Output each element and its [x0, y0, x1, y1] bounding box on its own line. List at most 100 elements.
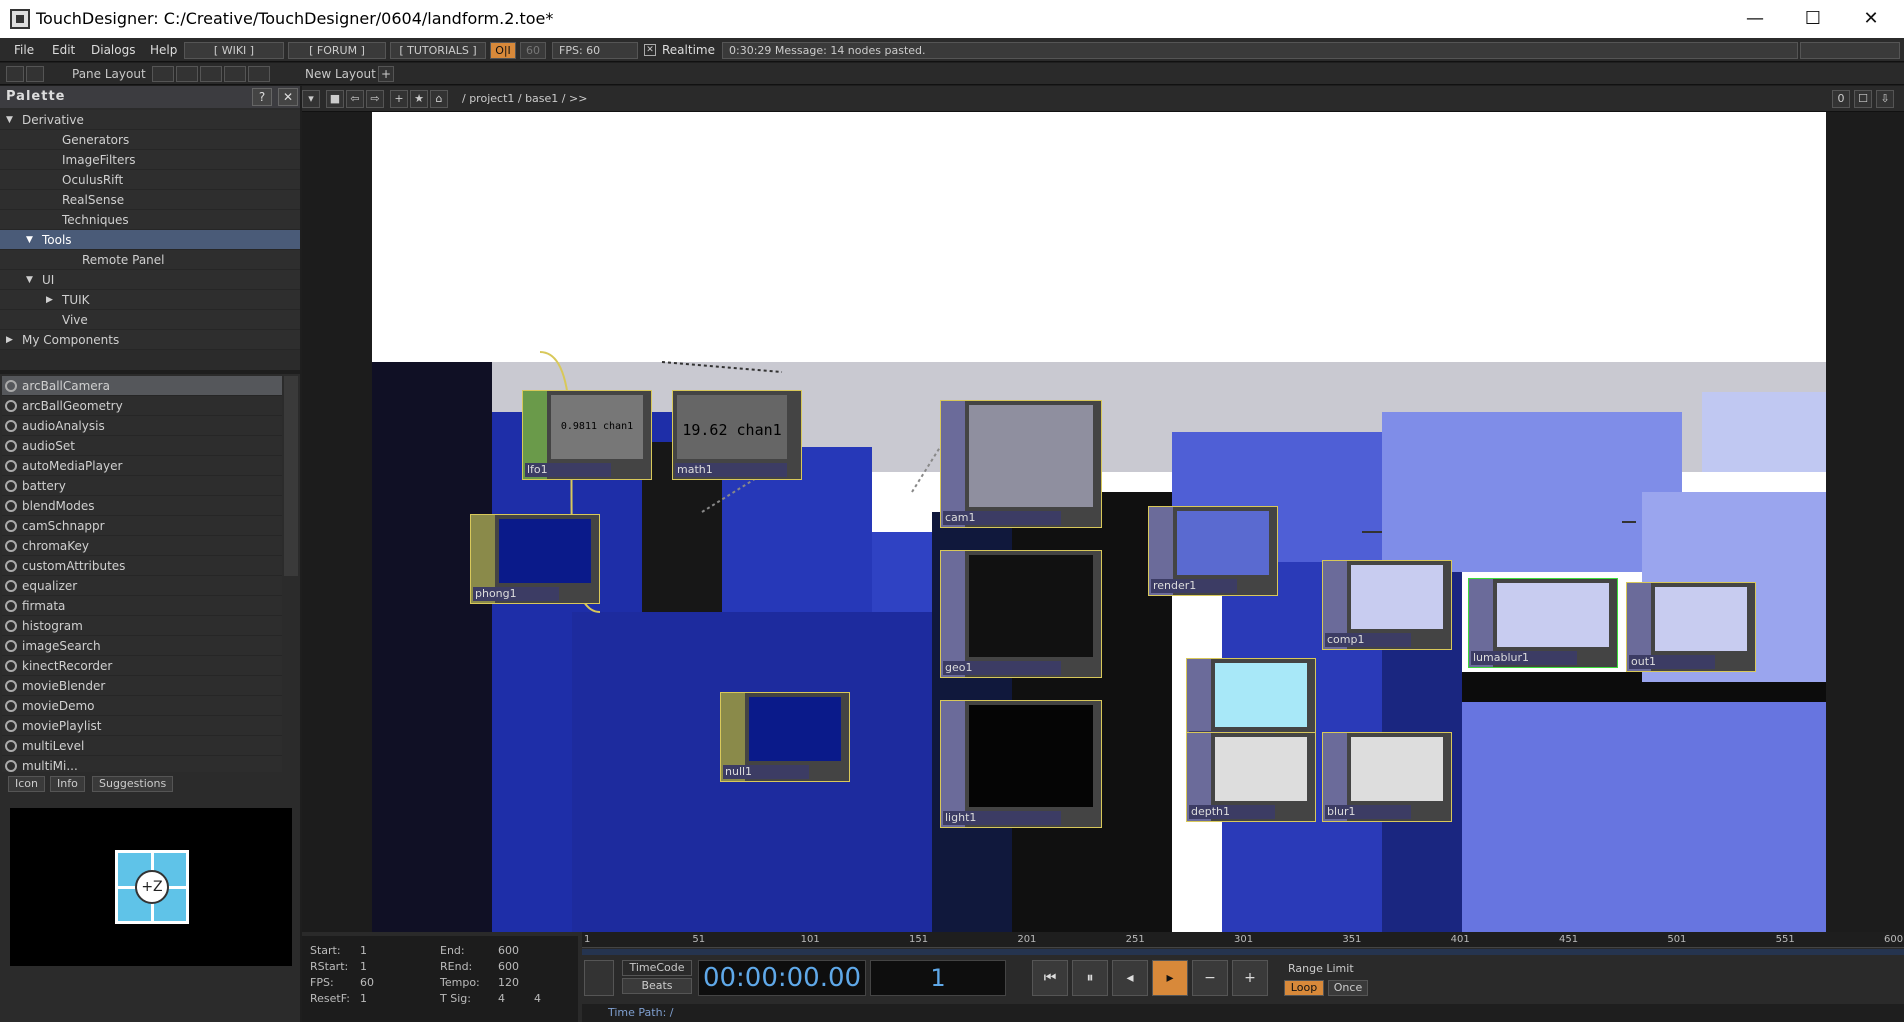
node-name[interactable]: cam1 — [943, 511, 1061, 525]
tree-arrow-icon[interactable]: ▼ — [6, 110, 13, 130]
node-viewer[interactable] — [1215, 663, 1307, 727]
component-item[interactable]: firmata — [2, 596, 282, 616]
fps-value[interactable]: 60 — [360, 976, 374, 989]
forward-icon[interactable]: ⇨ — [366, 90, 384, 108]
menu-edit[interactable]: Edit — [52, 43, 75, 57]
node-lfo1[interactable]: 0.9811 chan1 lfo1 — [522, 390, 652, 480]
palette-tree-item[interactable]: Vive — [0, 310, 300, 330]
palette-tree-item[interactable]: Techniques — [0, 210, 300, 230]
node-name[interactable]: light1 — [943, 811, 1061, 825]
component-item[interactable]: multiLevel — [2, 736, 282, 756]
node-side-panel[interactable] — [941, 551, 965, 677]
node-comp1[interactable]: comp1 — [1322, 560, 1452, 650]
palette-tree-item[interactable]: Remote Panel — [0, 250, 300, 270]
frame-display[interactable]: 1 — [870, 960, 1006, 996]
layout-split-h[interactable] — [200, 66, 222, 82]
node-viewer[interactable] — [749, 697, 841, 761]
component-item[interactable]: customAttributes — [2, 556, 282, 576]
network-menu-icon[interactable]: ▾ — [302, 90, 320, 108]
forum-button[interactable]: [ FORUM ] — [288, 42, 386, 59]
bookmark-icon[interactable]: ★ — [410, 90, 428, 108]
minimize-icon[interactable]: — — [1726, 0, 1784, 38]
node-viewer[interactable] — [499, 519, 591, 583]
layout-triple[interactable] — [224, 66, 246, 82]
tree-arrow-icon[interactable]: ▼ — [26, 230, 33, 250]
component-item[interactable]: blendModes — [2, 496, 282, 516]
tsig-a[interactable]: 4 — [498, 992, 505, 1005]
pause-icon[interactable]: ⏸ — [1072, 960, 1108, 996]
timeline-range[interactable] — [582, 949, 1904, 955]
component-item[interactable]: histogram — [2, 616, 282, 636]
pane-icon[interactable] — [6, 66, 24, 82]
node-name[interactable]: lumablur1 — [1471, 651, 1577, 665]
timecode-display[interactable]: 00:00:00.00 — [698, 960, 866, 996]
palette-close-button[interactable]: ✕ — [278, 88, 298, 106]
timeline-ruler[interactable]: 1 51 101 151 201 251 301 351 401 451 501 551 600 — [582, 932, 1904, 948]
component-item[interactable]: movieDemo — [2, 696, 282, 716]
node-name[interactable]: null1 — [723, 765, 809, 779]
tab-suggestions[interactable]: Suggestions — [92, 776, 174, 792]
fps-limit[interactable]: 60 — [520, 42, 546, 59]
beats-button[interactable]: Beats — [622, 978, 692, 994]
node-viewer[interactable] — [1177, 511, 1269, 575]
palette-tree-item[interactable]: ▼ UI — [0, 270, 300, 290]
component-item[interactable]: battery — [2, 476, 282, 496]
layout-quad[interactable] — [248, 66, 270, 82]
node-viewer[interactable]: 0.9811 chan1 — [551, 395, 643, 459]
rewind-icon[interactable]: ⏮ — [1032, 960, 1068, 996]
stop-icon[interactable]: ■ — [326, 90, 344, 108]
wiki-button[interactable]: [ WIKI ] — [184, 42, 284, 59]
start-value[interactable]: 1 — [360, 944, 367, 957]
pane-download-icon[interactable]: ⇩ — [1876, 90, 1894, 108]
loop-button[interactable]: Loop — [1284, 980, 1324, 996]
tsig-b[interactable]: 4 — [534, 992, 541, 1005]
rstart-value[interactable]: 1 — [360, 960, 367, 973]
palette-tree-item[interactable]: OculusRift — [0, 170, 300, 190]
node-viewer[interactable] — [1215, 737, 1307, 801]
tree-arrow-icon[interactable]: ▼ — [26, 270, 33, 290]
node-viewer[interactable] — [1351, 737, 1443, 801]
node-name[interactable]: blur1 — [1325, 805, 1411, 819]
component-item[interactable]: audioSet — [2, 436, 282, 456]
tab-info[interactable]: Info — [50, 776, 85, 792]
play-icon[interactable]: ▸ — [1152, 960, 1188, 996]
node-viewer[interactable]: 19.62 chan1 — [677, 395, 787, 459]
node-phong1[interactable]: phong1 — [470, 514, 600, 604]
node-viewer[interactable] — [1351, 565, 1443, 629]
node-name[interactable]: geo1 — [943, 661, 1061, 675]
node-viewer[interactable] — [969, 555, 1093, 657]
rend-value[interactable]: 600 — [498, 960, 519, 973]
palette-tree-item[interactable]: RealSense — [0, 190, 300, 210]
node-name[interactable]: comp1 — [1325, 633, 1411, 647]
node-name[interactable]: depth1 — [1189, 805, 1275, 819]
node-light1[interactable]: light1 — [940, 700, 1102, 828]
network-editor[interactable]: 0.9811 chan1 lfo1 19.62 chan1 math1 phong1 nu… — [302, 112, 1904, 932]
tempo-value[interactable]: 120 — [498, 976, 519, 989]
node-lumablur1[interactable]: lumablur1 — [1468, 578, 1618, 668]
node-math1[interactable]: 19.62 chan1 math1 — [672, 390, 802, 480]
component-item[interactable]: audioAnalysis — [2, 416, 282, 436]
once-button[interactable]: Once — [1328, 980, 1368, 996]
node-side-panel[interactable] — [941, 401, 965, 527]
perform-icon[interactable] — [26, 66, 44, 82]
node-name[interactable]: math1 — [675, 463, 787, 477]
tutorials-button[interactable]: [ TUTORIALS ] — [390, 42, 486, 59]
component-item[interactable]: moviePlaylist — [2, 716, 282, 736]
home-icon[interactable]: ⌂ — [430, 90, 448, 108]
node-name[interactable]: render1 — [1151, 579, 1237, 593]
node-viewer[interactable] — [969, 405, 1093, 507]
component-item[interactable]: chromaKey — [2, 536, 282, 556]
node-viewer[interactable] — [969, 705, 1093, 807]
layout-single[interactable] — [152, 66, 174, 82]
node-geo1[interactable]: geo1 — [940, 550, 1102, 678]
minus-icon[interactable]: − — [1192, 960, 1228, 996]
tree-arrow-icon[interactable]: ▶ — [6, 330, 13, 350]
end-value[interactable]: 600 — [498, 944, 519, 957]
time-path[interactable]: Time Path: / — [608, 1006, 674, 1019]
tree-arrow-icon[interactable]: ▶ — [46, 290, 53, 310]
timecode-button[interactable]: TimeCode — [622, 960, 692, 976]
plus-icon[interactable]: + — [1232, 960, 1268, 996]
palette-tree-item[interactable]: ▼ Derivative — [0, 110, 300, 130]
oi-button[interactable]: O|I — [490, 42, 516, 59]
resetf-value[interactable]: 1 — [360, 992, 367, 1005]
